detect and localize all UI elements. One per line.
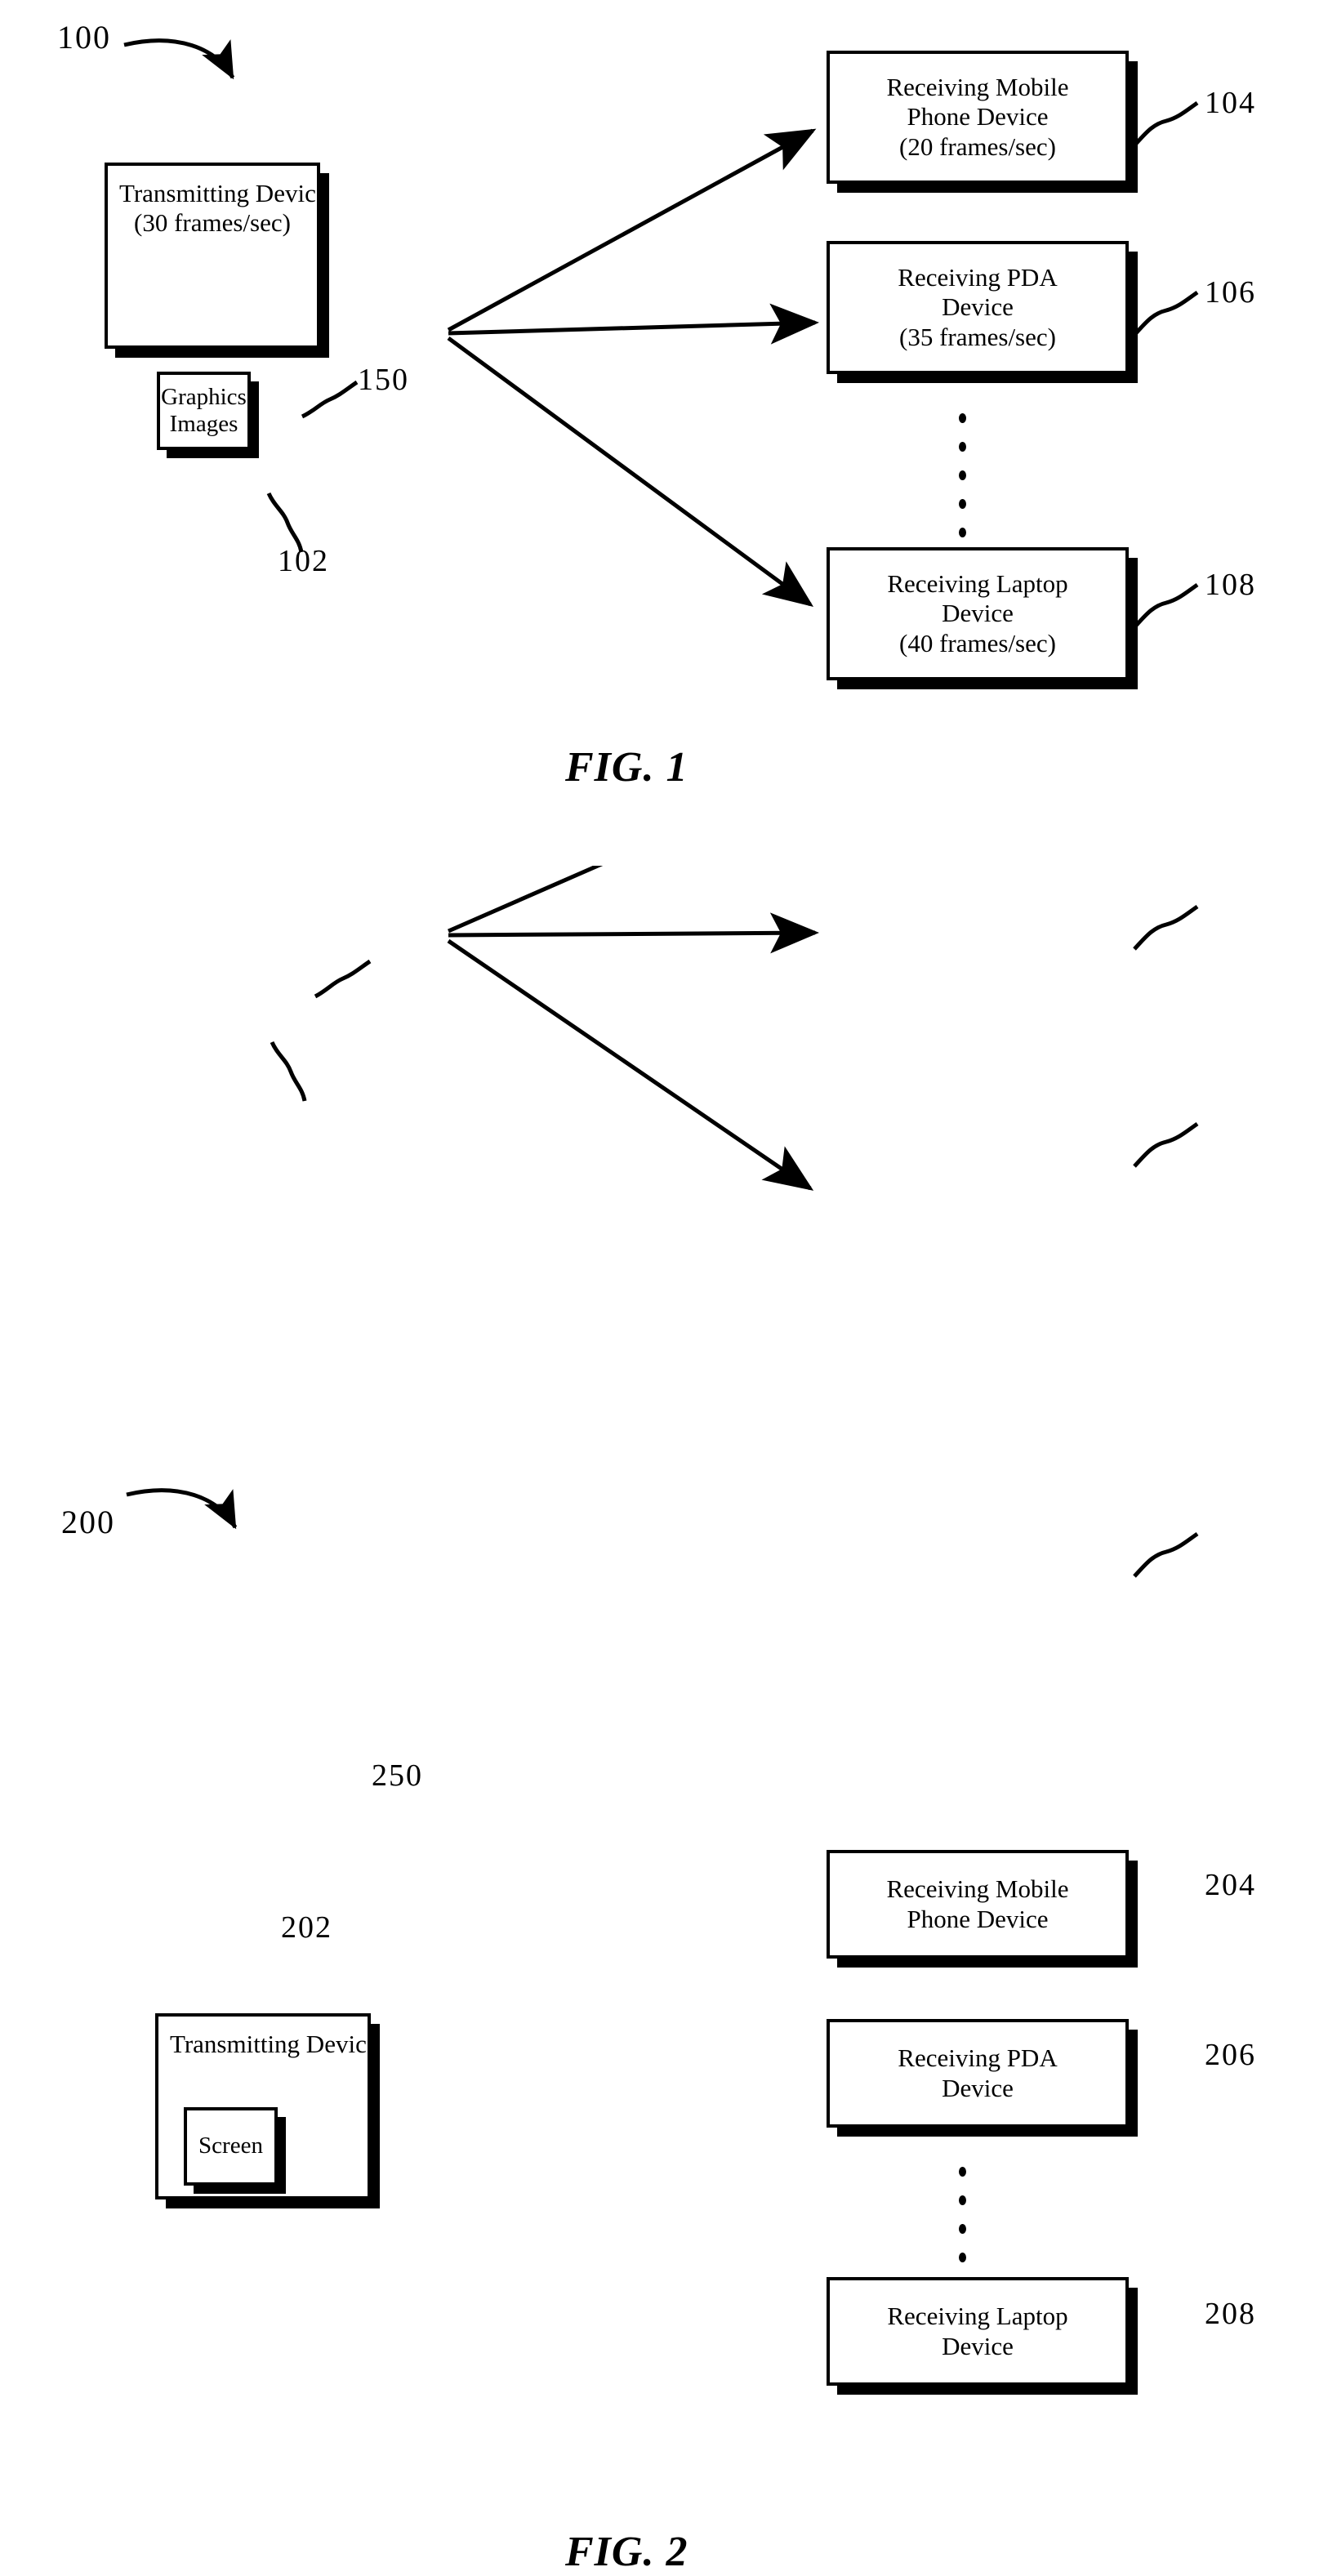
leader-104 bbox=[1133, 100, 1199, 147]
figure-2: 200 Transmitting Device Screen 250 202 R… bbox=[0, 866, 1328, 2575]
figure-1-caption: FIG. 1 bbox=[565, 744, 689, 791]
leader-250 bbox=[314, 959, 372, 999]
receiving-mobile-phone-label-line-2: Phone Device bbox=[907, 1904, 1049, 1933]
graphics-images-label-line-2: Images bbox=[169, 411, 238, 437]
receiving-pda-label-line-2: Device bbox=[942, 292, 1014, 322]
leader-206 bbox=[1133, 904, 1199, 951]
ellipsis-dot bbox=[958, 2253, 966, 2262]
connector-to-mobile-phone bbox=[447, 866, 604, 934]
ellipsis-dot bbox=[958, 442, 966, 452]
receiving-pda-box: Receiving PDA Device (35 frames/sec) bbox=[827, 241, 1129, 374]
leader-202 bbox=[270, 1041, 307, 1102]
screen-box: Screen bbox=[184, 2107, 278, 2186]
receiving-mobile-phone-label-line-2: Phone Device bbox=[907, 102, 1049, 131]
ellipsis-dot bbox=[958, 470, 966, 480]
vertical-ellipsis-fig1 bbox=[957, 413, 967, 537]
receiving-pda-label-line-1: Receiving PDA bbox=[898, 2043, 1058, 2073]
transmitting-device-label-line-1: Transmitting Device bbox=[119, 179, 328, 207]
receiving-laptop-label-line-1: Receiving Laptop bbox=[887, 569, 1068, 599]
connector-to-pda bbox=[448, 912, 819, 954]
receiving-laptop-box: Receiving Laptop Device bbox=[827, 2277, 1129, 2386]
receiving-pda-box: Receiving PDA Device bbox=[827, 2019, 1129, 2128]
system-leader-100 bbox=[123, 38, 235, 80]
receiving-mobile-phone-box: Receiving Mobile Phone Device (20 frames… bbox=[827, 51, 1129, 184]
leader-208 bbox=[1133, 1121, 1199, 1168]
transmitting-device-label-line-2: (30 frames/sec) bbox=[134, 208, 291, 238]
ellipsis-dot bbox=[958, 2167, 966, 2177]
figure-2-line-art bbox=[126, 866, 1199, 1578]
ref-202: 202 bbox=[281, 1910, 332, 1945]
receiving-mobile-phone-label-line-1: Receiving Mobile bbox=[886, 1874, 1069, 1904]
receiving-mobile-phone-label-line-1: Receiving Mobile bbox=[886, 73, 1069, 102]
receiving-mobile-phone-box: Receiving Mobile Phone Device bbox=[827, 1850, 1129, 1959]
figure-1: 100 Transmitting Device (30 frames/sec) … bbox=[0, 0, 1328, 858]
graphics-images-box: Graphics Images bbox=[157, 372, 251, 450]
leader-204 bbox=[1133, 1531, 1199, 1578]
receiving-mobile-phone-label-line-3: (20 frames/sec) bbox=[899, 131, 1056, 161]
ref-204: 204 bbox=[1205, 1868, 1256, 1902]
leader-150 bbox=[301, 380, 359, 419]
screen-label: Screen bbox=[198, 2133, 263, 2159]
receiving-pda-label-line-3: (35 frames/sec) bbox=[899, 322, 1056, 351]
transmitting-device-box: Transmitting Device (30 frames/sec) bbox=[105, 163, 328, 349]
system-ref-100: 100 bbox=[57, 19, 111, 56]
leader-106 bbox=[1133, 290, 1199, 336]
ellipsis-dot bbox=[958, 2224, 966, 2234]
connector-to-pda bbox=[448, 303, 819, 345]
figure-2-caption: FIG. 2 bbox=[565, 2529, 689, 2575]
leader-108 bbox=[1133, 582, 1199, 629]
connector-to-mobile-phone bbox=[447, 128, 817, 332]
connector-to-laptop bbox=[447, 938, 814, 1191]
graphics-images-label-line-1: Graphics bbox=[161, 383, 247, 410]
receiving-laptop-label-line-1: Receiving Laptop bbox=[887, 2302, 1068, 2331]
vertical-ellipsis-fig2 bbox=[957, 2167, 967, 2262]
ref-208: 208 bbox=[1205, 2297, 1256, 2331]
connector-to-laptop bbox=[447, 336, 814, 607]
receiving-laptop-label-line-2: Device bbox=[942, 2331, 1014, 2360]
ref-104: 104 bbox=[1205, 86, 1256, 120]
ref-102: 102 bbox=[278, 544, 329, 578]
ref-108: 108 bbox=[1205, 568, 1256, 602]
receiving-laptop-box: Receiving Laptop Device (40 frames/sec) bbox=[827, 547, 1129, 680]
ellipsis-dot bbox=[958, 528, 966, 537]
ellipsis-dot bbox=[958, 2195, 966, 2205]
ellipsis-dot bbox=[958, 499, 966, 509]
system-leader-200 bbox=[126, 1488, 238, 1530]
receiving-pda-label-line-2: Device bbox=[942, 2073, 1014, 2102]
ref-106: 106 bbox=[1205, 275, 1256, 310]
ref-150: 150 bbox=[358, 363, 409, 397]
transmitting-device-label-line-1: Transmitting Device bbox=[170, 2030, 378, 2058]
receiving-laptop-label-line-2: Device bbox=[942, 599, 1014, 628]
receiving-pda-label-line-1: Receiving PDA bbox=[898, 263, 1058, 292]
receiving-laptop-label-line-3: (40 frames/sec) bbox=[899, 628, 1056, 657]
ref-206: 206 bbox=[1205, 2038, 1256, 2072]
ellipsis-dot bbox=[958, 413, 966, 423]
ref-250: 250 bbox=[372, 1758, 423, 1793]
system-ref-200: 200 bbox=[61, 1504, 115, 1540]
